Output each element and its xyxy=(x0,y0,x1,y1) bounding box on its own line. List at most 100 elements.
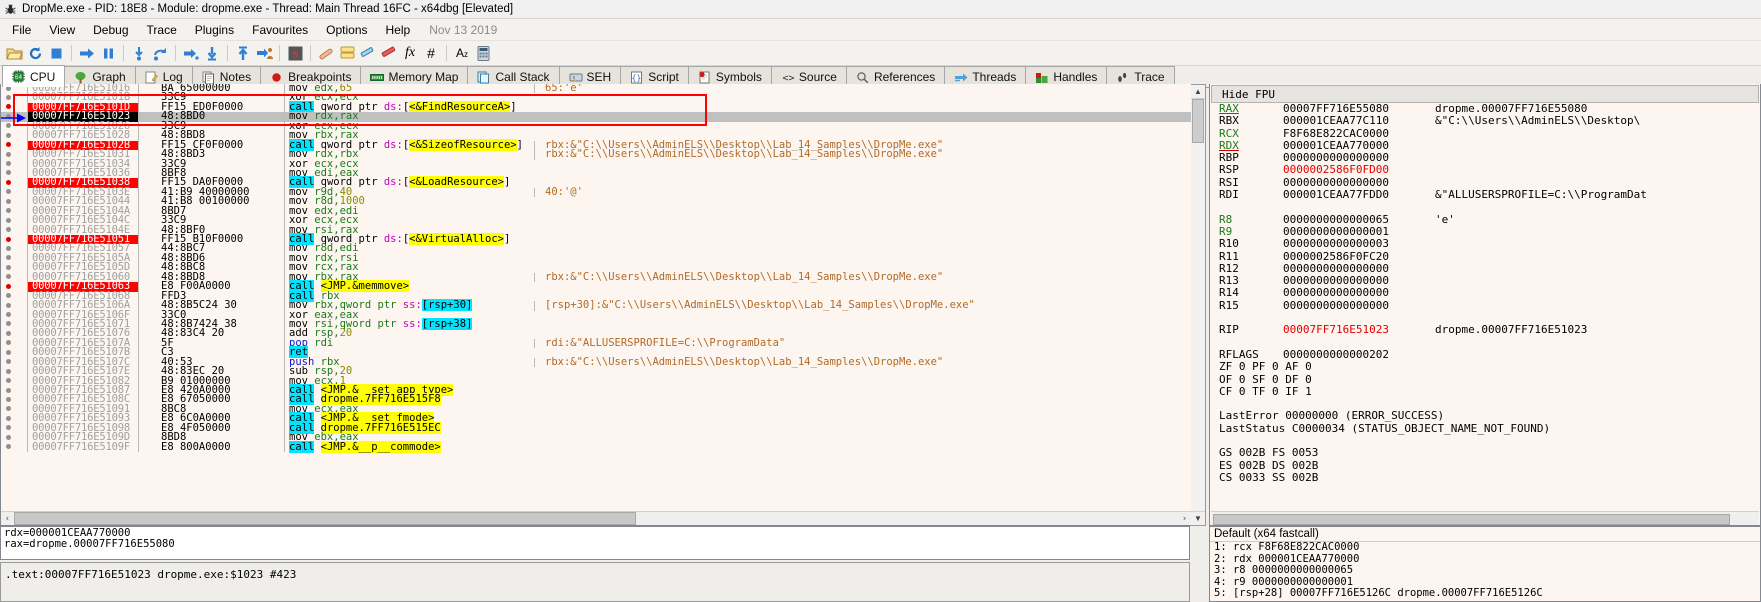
register-row[interactable]: RSP 0000002586F0FD00 xyxy=(1219,164,1759,177)
step-over-icon[interactable] xyxy=(150,43,170,63)
register-value[interactable]: 0000000000000003 xyxy=(1283,237,1435,250)
breakpoint-slot[interactable] xyxy=(1,273,15,282)
breakpoint-marker[interactable] xyxy=(1,235,15,244)
breakpoint-slot[interactable] xyxy=(1,377,15,386)
disassembly-row[interactable]: 00007FF716E5109F E8 800A0000 call <JMP.&__… xyxy=(1,440,1191,453)
restart-icon[interactable] xyxy=(25,43,45,63)
breakpoint-slot[interactable] xyxy=(1,339,15,348)
label-icon[interactable] xyxy=(379,43,399,63)
register-row[interactable]: R15 0000000000000000 xyxy=(1219,299,1759,312)
register-value[interactable]: 0000000000000000 xyxy=(1283,287,1435,300)
register-value[interactable]: 000001CEAA77FDD0 xyxy=(1283,188,1435,201)
disassembly-row[interactable]: 00007FF716E5107A 5F pop rdi rdi:&"ALLUSERSP… xyxy=(1,337,1191,348)
open-icon[interactable] xyxy=(4,43,24,63)
segment-register-row[interactable]: CS 0033 SS 002B xyxy=(1219,471,1759,484)
registers-hscrollbar[interactable] xyxy=(1211,511,1759,525)
calculator-icon[interactable] xyxy=(473,43,493,63)
register-row[interactable]: RIP 00007FF716E51023 dropme.00007FF716E510… xyxy=(1219,324,1759,337)
register-value[interactable]: 00007FF716E51023 xyxy=(1283,324,1435,336)
patch-icon[interactable] xyxy=(316,43,336,63)
hide-fpu-button[interactable]: Hide FPU xyxy=(1211,85,1759,103)
breakpoint-slot[interactable] xyxy=(1,216,15,225)
register-value[interactable]: 0000002586F0FC20 xyxy=(1283,250,1435,263)
breakpoint-slot[interactable] xyxy=(1,433,15,442)
breakpoint-slot[interactable] xyxy=(1,348,15,357)
menu-item-view[interactable]: View xyxy=(40,21,84,39)
breakpoint-slot[interactable] xyxy=(1,329,15,338)
register-row[interactable]: RDI 000001CEAA77FDD0 &"ALLUSERSPROFILE=C:\… xyxy=(1219,188,1759,201)
breakpoint-slot[interactable] xyxy=(1,150,15,159)
disassembly-view[interactable]: 00007FF716E51016 BA 65000000 mov edx,65 65:… xyxy=(0,84,1192,526)
register-value[interactable]: 0000002586F0FD00 xyxy=(1283,164,1435,176)
comment-icon[interactable] xyxy=(358,43,378,63)
execute-till-return-icon[interactable] xyxy=(233,43,253,63)
hash-icon[interactable]: # xyxy=(421,43,441,63)
log-icon[interactable] xyxy=(337,43,357,63)
hscroll-right-arrow[interactable]: › xyxy=(1178,514,1191,524)
flags-row[interactable]: CF 0 TF 0 IF 1 xyxy=(1219,385,1759,398)
segment-register-row[interactable]: GS 002B FS 0053 xyxy=(1219,447,1759,460)
breakpoint-slot[interactable] xyxy=(1,263,15,272)
flags-row[interactable]: OF 0 SF 0 DF 0 xyxy=(1219,373,1759,386)
hscroll-thumb[interactable] xyxy=(14,512,636,525)
breakpoint-slot[interactable] xyxy=(1,197,15,206)
register-value[interactable]: 0000000000000000 xyxy=(1283,299,1435,312)
breakpoint-slot[interactable] xyxy=(1,254,15,263)
breakpoint-slot[interactable] xyxy=(1,320,15,329)
run-icon[interactable] xyxy=(77,43,97,63)
breakpoint-slot[interactable] xyxy=(1,414,15,423)
breakpoint-slot[interactable] xyxy=(1,443,15,452)
font-icon[interactable]: Az xyxy=(452,43,472,63)
disassembly-vscrollbar[interactable]: ▲ ▼ xyxy=(1191,84,1206,526)
breakpoint-slot[interactable] xyxy=(1,395,15,404)
register-value[interactable]: 000001CEAA77C110 xyxy=(1283,114,1435,127)
breakpoint-slot[interactable] xyxy=(1,358,15,367)
scylla-icon[interactable]: S xyxy=(285,43,305,63)
breakpoint-slot[interactable] xyxy=(1,311,15,320)
registers-hscroll-thumb[interactable] xyxy=(1213,514,1731,525)
flags-row[interactable]: ZF 0 PF 0 AF 0 xyxy=(1219,360,1759,373)
breakpoint-slot[interactable] xyxy=(1,188,15,197)
menu-item-options[interactable]: Options xyxy=(317,21,376,39)
step-into-2-icon[interactable] xyxy=(181,43,201,63)
breakpoint-slot[interactable] xyxy=(1,424,15,433)
step-over-2-icon[interactable] xyxy=(202,43,222,63)
menu-item-plugins[interactable]: Plugins xyxy=(186,21,243,39)
vscroll-thumb[interactable] xyxy=(1192,99,1204,143)
breakpoint-slot[interactable] xyxy=(1,169,15,178)
run-to-user-code-icon[interactable] xyxy=(254,43,274,63)
breakpoint-marker[interactable] xyxy=(1,178,15,187)
registers-list[interactable]: RAX 00007FF716E55080 dropme.00007FF716E550… xyxy=(1211,103,1759,510)
calling-convention-label[interactable]: Default (x64 fastcall) xyxy=(1210,527,1760,542)
arguments-pane[interactable]: Default (x64 fastcall) 1: rcx F8F68E822C… xyxy=(1209,526,1761,602)
menu-item-help[interactable]: Help xyxy=(377,21,420,39)
breakpoint-slot[interactable] xyxy=(1,244,15,253)
breakpoint-slot[interactable] xyxy=(1,226,15,235)
menu-item-trace[interactable]: Trace xyxy=(138,21,186,39)
breakpoint-slot[interactable] xyxy=(1,160,15,169)
step-into-icon[interactable] xyxy=(129,43,149,63)
breakpoint-slot[interactable] xyxy=(1,292,15,301)
breakpoint-slot[interactable] xyxy=(1,405,15,414)
menu-item-file[interactable]: File xyxy=(3,21,40,39)
disassembly-hscrollbar[interactable]: ‹ › xyxy=(1,511,1191,525)
hscroll-left-arrow[interactable]: ‹ xyxy=(1,514,14,524)
pause-icon[interactable] xyxy=(98,43,118,63)
disassembly-rows[interactable]: 00007FF716E51016 BA 65000000 mov edx,65 65:… xyxy=(1,84,1191,453)
vscroll-down-button[interactable]: ▼ xyxy=(1191,511,1205,525)
register-row[interactable]: RBX 000001CEAA77C110 &"C:\\Users\\AdminELS… xyxy=(1219,114,1759,127)
breakpoint-slot[interactable] xyxy=(1,207,15,216)
register-row[interactable]: R10 0000000000000003 xyxy=(1219,237,1759,250)
menu-item-debug[interactable]: Debug xyxy=(84,21,137,39)
breakpoint-marker[interactable] xyxy=(1,282,15,291)
registers-panel[interactable]: Hide FPU RAX 00007FF716E55080 dropme.00007… xyxy=(1209,84,1761,526)
breakpoint-marker[interactable] xyxy=(1,141,15,150)
menu-item-favourites[interactable]: Favourites xyxy=(243,21,317,39)
register-row[interactable]: R14 0000000000000000 xyxy=(1219,287,1759,300)
register-row[interactable]: R11 0000002586F0FC20 xyxy=(1219,250,1759,263)
breakpoint-slot[interactable] xyxy=(1,131,15,140)
vscroll-up-button[interactable]: ▲ xyxy=(1191,85,1205,99)
tab-cpu[interactable]: 64 CPU xyxy=(2,65,66,87)
breakpoint-slot[interactable] xyxy=(1,301,15,310)
breakpoint-slot[interactable] xyxy=(1,93,15,102)
